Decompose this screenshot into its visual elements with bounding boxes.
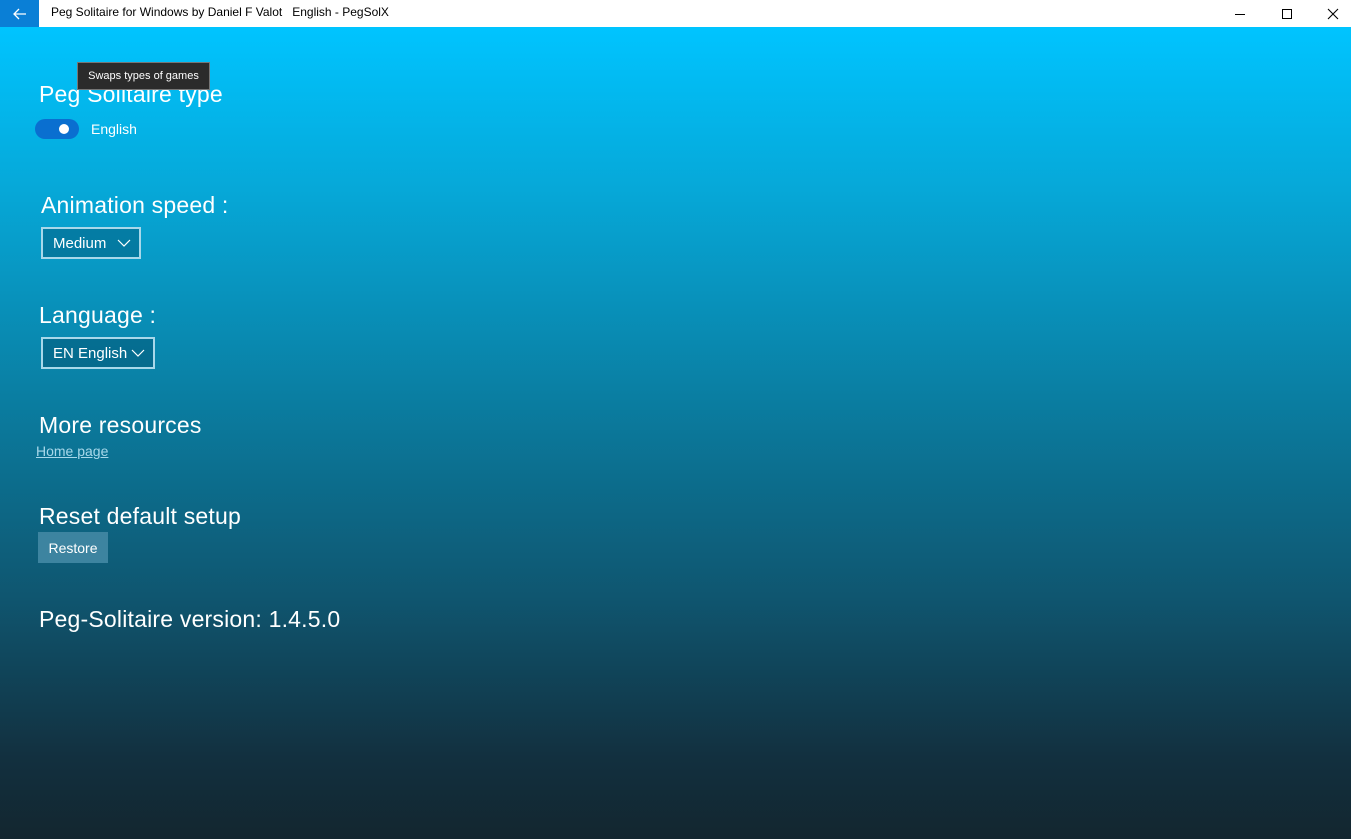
tooltip: Swaps types of games	[77, 62, 210, 90]
animation-speed-heading: Animation speed :	[41, 192, 229, 218]
close-button[interactable]	[1310, 0, 1351, 27]
version-text: Peg-Solitaire version: 1.4.5.0	[39, 606, 341, 632]
minimize-icon	[1235, 13, 1245, 15]
title-bar: Peg Solitaire for Windows by Daniel F Va…	[0, 0, 1351, 27]
chevron-down-icon	[131, 349, 145, 357]
maximize-icon	[1282, 8, 1292, 19]
back-button[interactable]	[0, 0, 39, 27]
more-resources-heading: More resources	[39, 412, 202, 438]
toggle-knob	[59, 124, 69, 134]
toggle-label: English	[91, 121, 137, 137]
home-page-link[interactable]: Home page	[36, 443, 108, 459]
window-title: Peg Solitaire for Windows by Daniel F Va…	[51, 5, 389, 19]
maximize-button[interactable]	[1264, 0, 1310, 27]
language-heading: Language :	[39, 302, 157, 328]
language-select[interactable]: EN English	[41, 337, 155, 369]
restore-button[interactable]: Restore	[38, 532, 108, 563]
solitaire-type-toggle[interactable]	[35, 119, 79, 139]
reset-setup-heading: Reset default setup	[39, 503, 241, 529]
settings-page: Peg Solitaire type English Swaps types o…	[0, 27, 1351, 839]
animation-speed-select[interactable]: Medium	[41, 227, 141, 259]
animation-speed-value: Medium	[53, 234, 107, 252]
language-value: EN English	[53, 344, 128, 362]
arrow-left-icon	[12, 8, 26, 19]
close-icon	[1327, 8, 1339, 19]
app-window: Peg Solitaire for Windows by Daniel F Va…	[0, 0, 1351, 839]
minimize-button[interactable]	[1217, 0, 1263, 27]
chevron-down-icon	[117, 239, 131, 247]
